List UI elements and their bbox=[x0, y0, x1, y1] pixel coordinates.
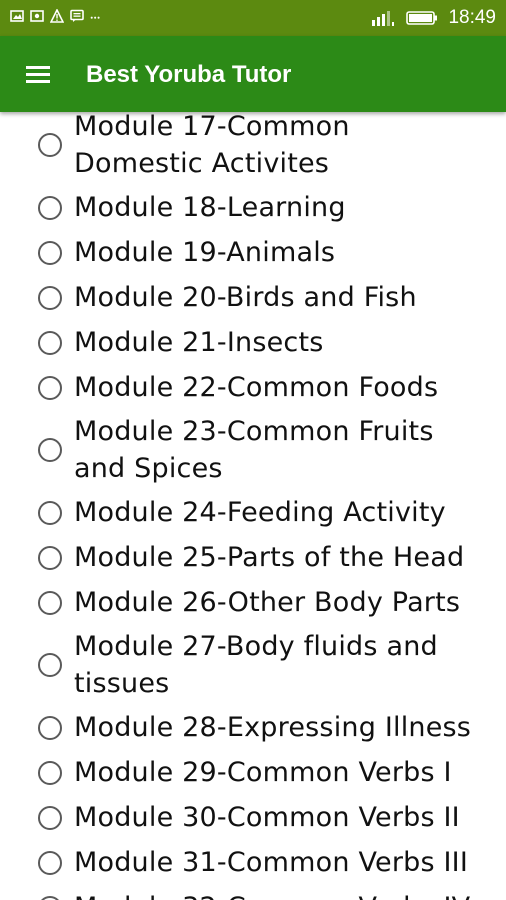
module-label: Module 29-Common Verbs I bbox=[74, 757, 452, 788]
module-list[interactable]: Module 17-Common Domestic Activites Module… bbox=[0, 112, 506, 900]
module-label: Module 26-Other Body Parts bbox=[74, 587, 461, 618]
radio-button[interactable] bbox=[38, 895, 62, 900]
module-item[interactable]: Module 31-Common Verbs III bbox=[38, 840, 498, 885]
radio-button[interactable] bbox=[38, 760, 62, 785]
module-label: Module 21-Insects bbox=[74, 327, 324, 358]
system-icons: 18:49 bbox=[370, 7, 496, 29]
module-item[interactable]: Module 18-Learning bbox=[38, 185, 498, 230]
menu-icon-bar bbox=[26, 73, 50, 76]
module-label: Module 19-Animals bbox=[74, 237, 336, 268]
module-label: Domestic Activites bbox=[74, 148, 330, 179]
radio-button[interactable] bbox=[38, 590, 62, 615]
module-item[interactable]: Module 27-Body fluids and tissues bbox=[38, 625, 498, 705]
radio-button[interactable] bbox=[38, 240, 62, 265]
warning-icon bbox=[50, 9, 64, 23]
radio-button[interactable] bbox=[38, 850, 62, 875]
module-item[interactable]: Module 28-Expressing Illness bbox=[38, 705, 498, 750]
module-item[interactable]: Module 32-Common Verbs IV bbox=[38, 885, 498, 900]
module-item[interactable]: Module 30-Common Verbs II bbox=[38, 795, 498, 840]
module-label: Module 20-Birds and Fish bbox=[74, 282, 417, 313]
radio-button[interactable] bbox=[38, 715, 62, 740]
signal-icon bbox=[372, 11, 395, 26]
module-item[interactable]: Module 26-Other Body Parts bbox=[38, 580, 498, 625]
module-label: Module 22-Common Foods bbox=[74, 372, 439, 403]
more-icon bbox=[90, 16, 100, 19]
module-label: Module 18-Learning bbox=[74, 192, 346, 223]
module-label: and Spices bbox=[74, 453, 223, 484]
module-label: Module 24-Feeding Activity bbox=[74, 497, 446, 528]
module-label: Module 27-Body fluids and bbox=[74, 631, 438, 662]
module-label: Module 23-Common Fruits bbox=[74, 416, 434, 447]
radio-button[interactable] bbox=[38, 375, 62, 400]
status-time: 18:49 bbox=[448, 7, 496, 28]
message-icon bbox=[70, 9, 84, 22]
menu-icon-bar bbox=[26, 80, 50, 83]
notification-icons bbox=[10, 9, 102, 23]
app-title: Best Yoruba Tutor bbox=[86, 61, 292, 88]
module-item[interactable]: Module 25-Parts of the Head bbox=[38, 535, 498, 580]
module-label: Module 17-Common bbox=[74, 112, 350, 142]
status-bar: 18:49 bbox=[0, 0, 506, 36]
menu-icon bbox=[26, 66, 50, 69]
module-label: Module 31-Common Verbs III bbox=[74, 847, 469, 878]
module-item[interactable]: Module 29-Common Verbs I bbox=[38, 750, 498, 795]
radio-button[interactable] bbox=[38, 330, 62, 355]
module-label: tissues bbox=[74, 668, 170, 699]
module-item[interactable]: Module 23-Common Fruits and Spices bbox=[38, 410, 498, 490]
module-item[interactable]: Module 17-Common Domestic Activites bbox=[38, 112, 498, 185]
radio-button[interactable] bbox=[38, 133, 62, 157]
radio-button[interactable] bbox=[38, 438, 62, 462]
module-item[interactable]: Module 24-Feeding Activity bbox=[38, 490, 498, 535]
radio-button[interactable] bbox=[38, 500, 62, 525]
menu-button[interactable] bbox=[24, 60, 54, 90]
image-icon bbox=[10, 10, 24, 22]
module-item[interactable]: Module 20-Birds and Fish bbox=[38, 275, 498, 320]
radio-button[interactable] bbox=[38, 285, 62, 310]
module-label: Module 30-Common Verbs II bbox=[74, 802, 460, 833]
module-item[interactable]: Module 21-Insects bbox=[38, 320, 498, 365]
module-item[interactable]: Module 19-Animals bbox=[38, 230, 498, 275]
module-label: Module 32-Common Verbs IV bbox=[74, 889, 470, 900]
radio-button[interactable] bbox=[38, 545, 62, 570]
app-bar: Best Yoruba Tutor bbox=[0, 36, 506, 112]
radio-button[interactable] bbox=[38, 805, 62, 830]
module-item[interactable]: Module 22-Common Foods bbox=[38, 365, 498, 410]
battery-icon bbox=[406, 11, 438, 25]
radio-button[interactable] bbox=[38, 653, 62, 677]
module-label: Module 25-Parts of the Head bbox=[74, 542, 465, 573]
radio-button[interactable] bbox=[38, 195, 62, 220]
module-label: Module 28-Expressing Illness bbox=[74, 712, 472, 743]
photo-icon bbox=[30, 10, 44, 22]
